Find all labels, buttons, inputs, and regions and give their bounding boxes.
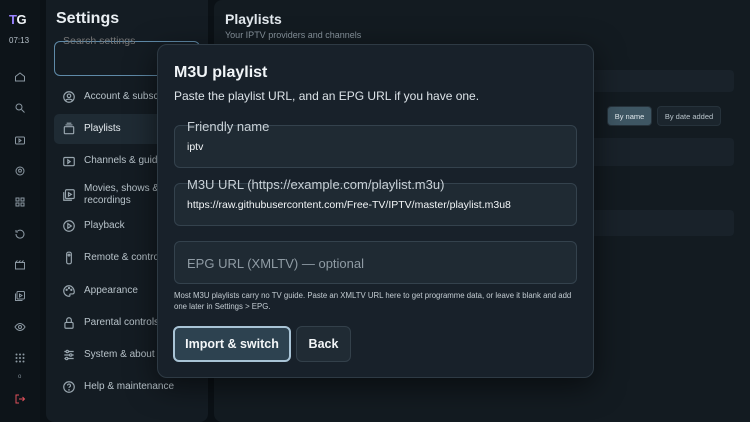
background-row	[584, 138, 734, 166]
menu-item-label: System & about	[84, 349, 155, 360]
import-switch-button[interactable]: Import & switch	[173, 326, 291, 362]
menu-item-label: Remote & control	[84, 252, 162, 263]
m3u-url-field[interactable]: M3U URL (https://example.com/playlist.m3…	[174, 177, 577, 226]
friendly-name-label: Friendly name	[187, 119, 270, 134]
menu-item-label: Help & maintenance	[84, 381, 175, 392]
sliders-icon	[62, 348, 76, 362]
remote-icon	[62, 251, 76, 265]
playback-icon	[62, 219, 76, 233]
tv-guide-icon[interactable]	[13, 133, 27, 147]
playlist-play-icon[interactable]	[13, 289, 27, 303]
menu-item-label: Movies, shows & recordings	[84, 183, 160, 206]
account-icon	[62, 90, 76, 104]
menu-item-label: Account & subscr	[84, 91, 162, 102]
eye-icon[interactable]	[13, 320, 27, 334]
friendly-name-value[interactable]: iptv	[187, 141, 203, 153]
status-indicator: o	[18, 374, 22, 380]
sports-icon[interactable]	[13, 164, 27, 178]
exit-icon[interactable]	[13, 392, 27, 406]
history-icon[interactable]	[13, 227, 27, 241]
app-logo: TG	[9, 12, 27, 27]
background-row	[584, 210, 734, 236]
lock-icon	[62, 316, 76, 330]
epg-hint-text: Most M3U playlists carry no TV guide. Pa…	[174, 291, 572, 311]
page-title: Playlists	[225, 11, 282, 27]
clock: 07:13	[9, 36, 30, 45]
search-icon[interactable]	[13, 101, 27, 115]
apps-icon[interactable]	[13, 351, 27, 365]
dialog-title: M3U playlist	[174, 64, 268, 81]
m3u-url-label: M3U URL (https://example.com/playlist.m3…	[187, 177, 445, 192]
left-rail: TG 07:13 o	[0, 0, 40, 422]
back-button[interactable]: Back	[296, 326, 351, 362]
sort-by-date-button[interactable]: By date added	[657, 106, 721, 126]
epg-url-field[interactable]: EPG URL (XMLTV) — optional	[174, 241, 577, 284]
movies-shows-icon	[62, 188, 76, 202]
m3u-url-value[interactable]: https://raw.githubusercontent.com/Free-T…	[187, 199, 511, 211]
settings-title: Settings	[56, 10, 120, 27]
menu-item-label: Parental controls	[84, 317, 160, 328]
friendly-name-field[interactable]: Friendly name iptv	[174, 119, 577, 168]
menu-item-label: Channels & guide	[84, 155, 163, 166]
epg-url-placeholder[interactable]: EPG URL (XMLTV) — optional	[187, 256, 364, 271]
m3u-playlist-dialog: M3U playlist Paste the playlist URL, and…	[157, 44, 594, 378]
sort-by-name-button[interactable]: By name	[607, 106, 652, 126]
playlists-icon	[62, 122, 76, 136]
channels-icon	[62, 154, 76, 168]
palette-icon	[62, 284, 76, 298]
menu-item-label: Playlists	[84, 123, 121, 134]
home-icon[interactable]	[13, 70, 27, 84]
grid-icon[interactable]	[13, 195, 27, 209]
movies-icon[interactable]	[13, 258, 27, 272]
dialog-description: Paste the playlist URL, and an EPG URL i…	[174, 89, 480, 103]
help-icon	[62, 380, 76, 394]
menu-item-label: Playback	[84, 220, 125, 231]
background-row	[584, 70, 734, 92]
menu-item-label: Appearance	[84, 285, 138, 296]
page-subtitle: Your IPTV providers and channels	[225, 30, 362, 40]
